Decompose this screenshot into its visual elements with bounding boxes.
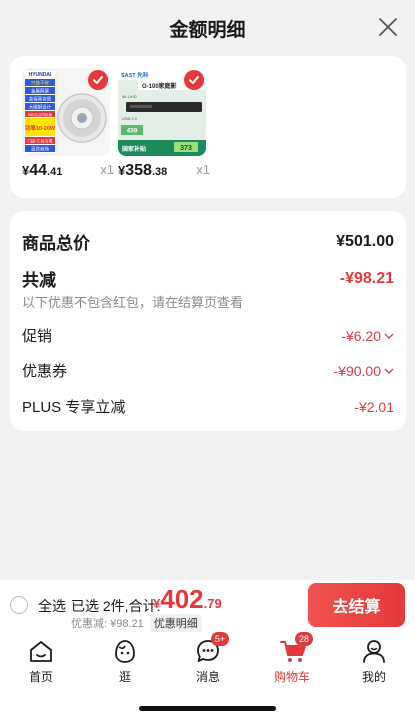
product-quantity: x1 (196, 162, 210, 177)
message-badge: 5+ (211, 632, 229, 646)
discount-summary: 优惠减: ¥98.21 优惠明细 (71, 614, 202, 632)
chevron-down-icon (384, 368, 394, 374)
chevron-down-icon (384, 333, 394, 339)
close-button[interactable] (375, 14, 401, 40)
product-item[interactable]: SAST 先科 G-100家庭影 4K UHD USB 2.0 439 国家补贴… (118, 68, 238, 184)
product-thumbnail[interactable]: SAST 先科 G-100家庭影 4K UHD USB 2.0 439 国家补贴… (118, 68, 206, 156)
select-all-radio[interactable] (10, 596, 28, 614)
svg-text:373: 373 (180, 145, 192, 152)
promotion-label: 促销 (22, 328, 53, 345)
discount-hint: 以下优惠不包含红包，请在结算页查看 (22, 295, 244, 310)
tab-home[interactable]: 首页 (11, 638, 71, 685)
coupon-row[interactable]: 优惠券 -¥90.00 (22, 360, 394, 381)
close-icon (379, 18, 397, 36)
discount-detail-button[interactable]: 优惠明细 (149, 614, 202, 632)
svg-text:百货商场: 百货商场 (31, 146, 49, 153)
coupon-label: 优惠券 (22, 363, 68, 380)
selected-check-icon[interactable] (88, 70, 108, 90)
coupon-value: -¥90.00 (333, 362, 381, 379)
selected-check-icon[interactable] (184, 70, 204, 90)
home-indicator (139, 706, 276, 711)
checkout-total: ¥ 402 .79 (153, 584, 222, 614)
plus-discount-value: -¥2.01 (354, 398, 394, 415)
sheet-header: 金额明细 (0, 0, 415, 56)
plus-discount-row: PLUS 专享立减 -¥2.01 (22, 396, 394, 417)
tab-browse[interactable]: 逛 (95, 638, 155, 685)
product-quantity: x1 (100, 162, 114, 177)
svg-text:650元以内价格: 650元以内价格 (28, 112, 52, 117)
message-icon: 5+ (195, 632, 229, 664)
svg-text:G-100家庭影: G-100家庭影 (142, 82, 177, 90)
amount-detail-sheet: 金额明细 HYUNDAI 只换不修 金属网罩 高保真音质 大磁钢设计 650元以… (0, 0, 415, 580)
select-all-label[interactable]: 全选 (38, 596, 66, 616)
svg-text:高保真音质: 高保真音质 (29, 96, 52, 103)
goods-total-row: 商品总价 ¥501.00 (22, 229, 394, 254)
cart-badge: 28 (295, 632, 313, 646)
checkout-button[interactable]: 去结算 (308, 583, 405, 627)
svg-text:HYUNDAI: HYUNDAI (29, 72, 52, 78)
promotion-value: -¥6.20 (341, 327, 381, 344)
tab-messages[interactable]: 5+ 消息 (178, 632, 238, 685)
svg-text:国家补贴: 国家补贴 (122, 145, 146, 153)
product-thumbnail[interactable]: HYUNDAI 只换不修 金属网罩 高保真音质 大磁钢设计 650元以内价格 功… (22, 68, 110, 156)
svg-text:功率10-20W: 功率10-20W (25, 124, 56, 132)
svg-text:439: 439 (127, 128, 138, 135)
tab-cart[interactable]: 28 购物车 (262, 632, 322, 685)
svg-text:金属网罩: 金属网罩 (31, 88, 49, 95)
total-discount-value: -¥98.21 (339, 269, 394, 287)
svg-text:SAST 先科: SAST 先科 (121, 71, 149, 79)
cart-icon: 28 (279, 632, 313, 664)
discount-amount-text: 优惠减: ¥98.21 (71, 618, 144, 630)
goods-total-value: ¥501.00 (336, 232, 394, 250)
total-discount-label: 共减 (22, 271, 56, 290)
price-summary-card: 商品总价 ¥501.00 共减 -¥98.21 以下优惠不包含红包，请在结算页查… (10, 211, 406, 431)
total-discount-row: 共减 -¥98.21 (22, 266, 394, 291)
promotion-row[interactable]: 促销 -¥6.20 (22, 325, 394, 346)
profile-icon (361, 638, 387, 664)
plus-discount-label: PLUS 专享立减 (22, 399, 126, 416)
svg-text:大磁钢设计: 大磁钢设计 (29, 104, 52, 111)
selected-count-text: 已选 2件,合计: (71, 598, 161, 614)
product-list-card: HYUNDAI 只换不修 金属网罩 高保真音质 大磁钢设计 650元以内价格 功… (10, 56, 406, 198)
svg-text:4K UHD: 4K UHD (122, 94, 137, 99)
home-icon (28, 638, 54, 664)
svg-text:USB 2.0: USB 2.0 (122, 116, 138, 121)
face-icon (112, 638, 138, 664)
checkout-bar: 全选 已选 2件,合计: ¥ 402 .79 优惠减: ¥98.21 优惠明细 … (0, 580, 415, 632)
tab-profile[interactable]: 我的 (344, 638, 404, 685)
goods-total-label: 商品总价 (22, 234, 90, 253)
product-price: ¥ 358 .38 x1 (118, 162, 210, 179)
svg-text:门店/工程专用: 门店/工程专用 (27, 138, 52, 144)
sheet-title: 金额明细 (169, 19, 246, 41)
svg-text:只换不修: 只换不修 (31, 80, 49, 87)
